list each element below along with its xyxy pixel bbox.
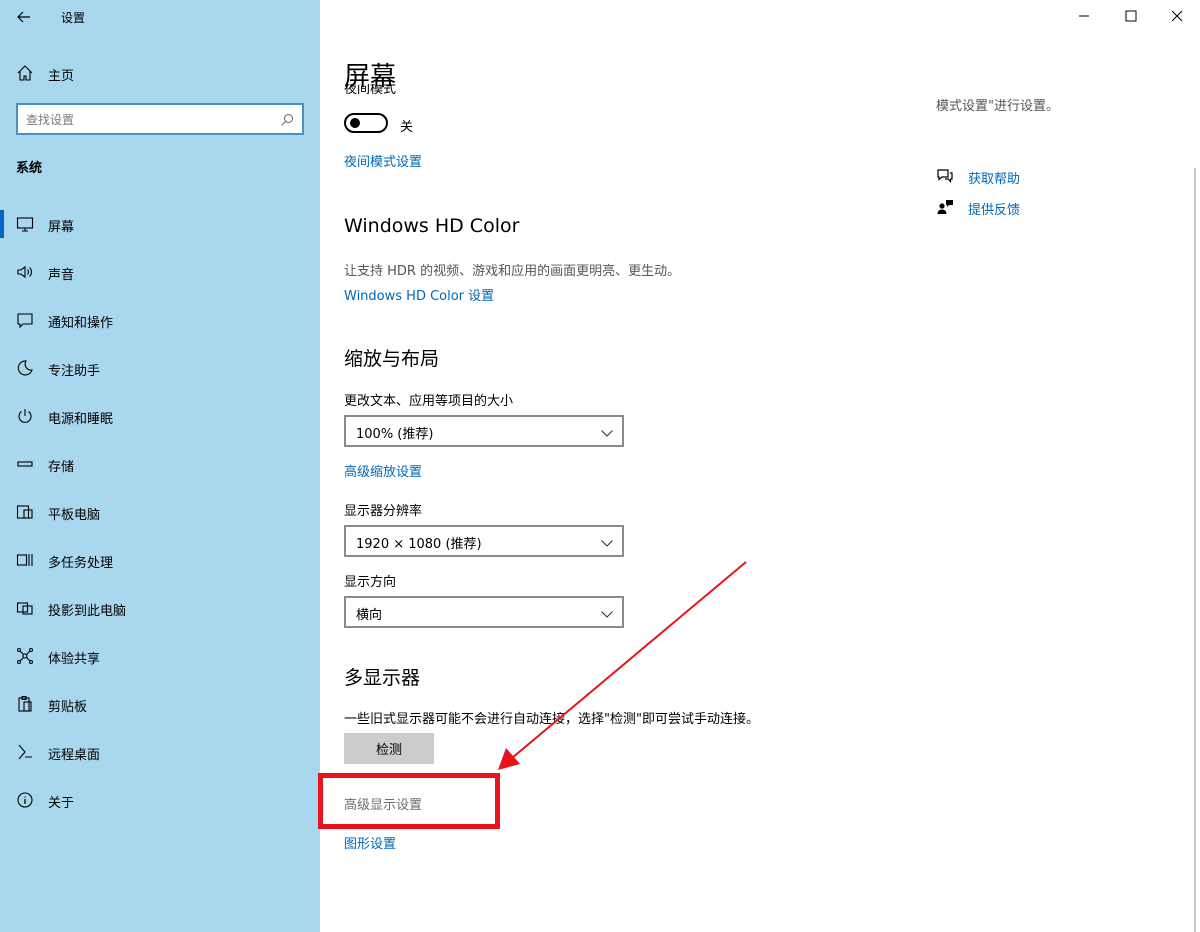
- search-box[interactable]: [16, 103, 304, 135]
- title-bar: 设置: [0, 0, 320, 34]
- hd-color-settings-link[interactable]: Windows HD Color 设置: [344, 285, 494, 304]
- get-help-label: 获取帮助: [968, 172, 1021, 187]
- back-button[interactable]: [12, 5, 36, 29]
- sidebar-item-label: 体验共享: [48, 652, 101, 667]
- night-light-settings-link[interactable]: 夜间模式设置: [344, 151, 422, 170]
- hd-color-description: 让支持 HDR 的视频、游戏和应用的画面更明亮、更生动。: [344, 264, 681, 279]
- info-icon: [16, 791, 34, 809]
- sidebar: 设置 主页 系统 屏幕 声音 通知和操作 专注助手 电源和睡眠 存储: [0, 0, 320, 932]
- resolution-label: 显示器分辨率: [344, 504, 423, 519]
- sidebar-item-label: 专注助手: [48, 364, 101, 379]
- home-icon: [16, 64, 34, 82]
- sidebar-item-power-sleep[interactable]: 电源和睡眠: [0, 396, 320, 436]
- orientation-select-value: 横向: [356, 608, 383, 623]
- scale-layout-title: 缩放与布局: [344, 348, 440, 370]
- graphics-settings-link[interactable]: 图形设置: [344, 833, 396, 852]
- sidebar-item-clipboard[interactable]: 剪贴板: [0, 684, 320, 724]
- multi-display-description: 一些旧式显示器可能不会进行自动连接，选择"检测"即可尝试手动连接。: [344, 712, 759, 727]
- arrow-left-icon: [17, 11, 30, 23]
- sidebar-item-label: 多任务处理: [48, 556, 114, 571]
- sidebar-item-label: 平板电脑: [48, 508, 101, 523]
- monitor-icon: [16, 215, 34, 233]
- give-feedback-label: 提供反馈: [968, 203, 1021, 218]
- sidebar-item-label: 电源和睡眠: [48, 412, 114, 427]
- sidebar-item-focus-assist[interactable]: 专注助手: [0, 348, 320, 388]
- sidebar-item-label: 投影到此电脑: [48, 604, 127, 619]
- notification-icon: [16, 311, 34, 329]
- tablet-icon: [16, 503, 34, 521]
- sidebar-item-home[interactable]: 主页: [0, 56, 320, 90]
- toggle-knob: [350, 118, 360, 128]
- related-settings-text: 模式设置"进行设置。: [936, 99, 1059, 114]
- sidebar-item-label: 声音: [48, 268, 75, 283]
- sidebar-item-storage[interactable]: 存储: [0, 444, 320, 484]
- sidebar-item-tablet[interactable]: 平板电脑: [0, 492, 320, 532]
- clipboard-icon: [16, 695, 34, 713]
- search-icon[interactable]: [280, 112, 294, 126]
- sidebar-item-remote-desktop[interactable]: 远程桌面: [0, 732, 320, 772]
- speaker-icon: [16, 263, 34, 281]
- resolution-select[interactable]: 1920 × 1080 (推荐): [344, 525, 624, 557]
- hd-color-title: Windows HD Color: [344, 215, 520, 237]
- orientation-select[interactable]: 横向: [344, 596, 624, 628]
- chat-help-icon: [936, 167, 954, 185]
- sidebar-item-label: 通知和操作: [48, 316, 114, 331]
- scale-select[interactable]: 100% (推荐): [344, 415, 624, 447]
- multitask-icon: [16, 551, 34, 569]
- page-title: 屏幕: [344, 62, 397, 92]
- chevron-down-icon: [600, 425, 614, 439]
- scrollbar[interactable]: [1194, 168, 1196, 932]
- sidebar-item-shared-experiences[interactable]: 体验共享: [0, 636, 320, 676]
- sidebar-item-label: 屏幕: [48, 220, 75, 235]
- detect-button[interactable]: 检测: [344, 733, 434, 764]
- sidebar-item-label: 主页: [48, 69, 75, 84]
- sidebar-item-notifications[interactable]: 通知和操作: [0, 300, 320, 340]
- sidebar-item-display[interactable]: 屏幕: [0, 204, 320, 244]
- resolution-select-value: 1920 × 1080 (推荐): [356, 537, 482, 552]
- sidebar-item-label: 剪贴板: [48, 700, 88, 715]
- night-light-toggle[interactable]: [344, 113, 388, 133]
- advanced-display-settings-link[interactable]: 高级显示设置: [344, 794, 422, 813]
- orientation-label: 显示方向: [344, 575, 397, 590]
- chevron-down-icon: [600, 535, 614, 549]
- moon-icon: [16, 359, 34, 377]
- multi-display-title: 多显示器: [344, 667, 421, 689]
- scale-label: 更改文本、应用等项目的大小: [344, 394, 514, 409]
- share-icon: [16, 647, 34, 665]
- storage-icon: [16, 455, 34, 473]
- night-light-state: 关: [400, 120, 414, 135]
- sidebar-item-multitasking[interactable]: 多任务处理: [0, 540, 320, 580]
- sidebar-group-header: 系统: [16, 161, 43, 176]
- remote-desktop-icon: [16, 743, 34, 761]
- power-icon: [16, 407, 34, 425]
- main-content: 夜间模式 屏幕 关 夜间模式设置 Windows HD Color 让支持 HD…: [320, 0, 1200, 932]
- project-icon: [16, 599, 34, 617]
- sidebar-item-label: 远程桌面: [48, 748, 101, 763]
- search-input[interactable]: [26, 110, 274, 130]
- sidebar-item-label: 关于: [48, 796, 75, 811]
- scale-select-value: 100% (推荐): [356, 427, 434, 442]
- sidebar-item-sound[interactable]: 声音: [0, 252, 320, 292]
- chevron-down-icon: [600, 606, 614, 620]
- advanced-scaling-link[interactable]: 高级缩放设置: [344, 461, 422, 480]
- sidebar-item-project[interactable]: 投影到此电脑: [0, 588, 320, 628]
- feedback-icon: [936, 198, 954, 216]
- sidebar-item-about[interactable]: 关于: [0, 780, 320, 820]
- app-title: 设置: [61, 11, 86, 25]
- sidebar-item-label: 存储: [48, 460, 75, 475]
